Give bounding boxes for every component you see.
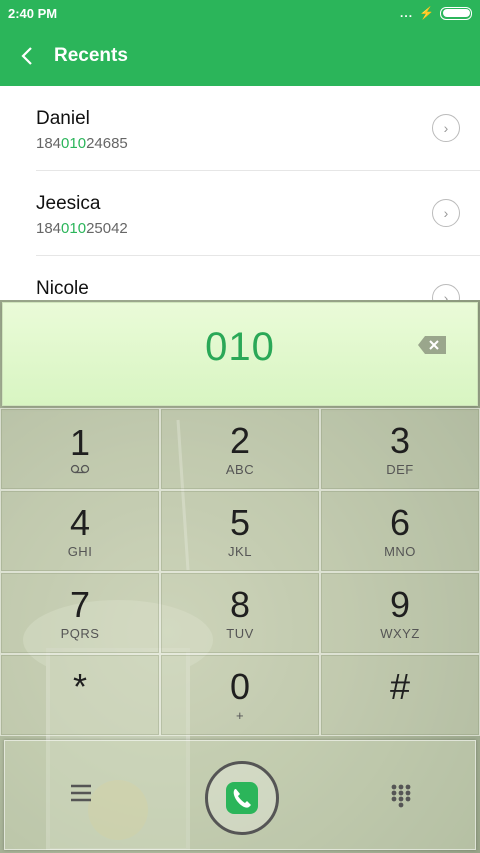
key-3[interactable]: 3 DEF	[320, 408, 480, 490]
key-digit: 4	[69, 502, 91, 543]
key-letters: +	[235, 708, 245, 723]
key-digit: 6	[389, 502, 411, 543]
key-letters: WXYZ	[380, 626, 420, 641]
key-letters: PQRS	[60, 626, 100, 641]
key-6[interactable]: 6 MNO	[320, 490, 480, 572]
status-bar: 2:40 PM ... ⚡	[0, 0, 480, 28]
dial-display: 010	[2, 302, 478, 406]
status-icons: ... ⚡	[400, 6, 472, 20]
menu-icon[interactable]	[69, 781, 93, 805]
chevron-right-icon[interactable]: ›	[432, 114, 460, 142]
key-8[interactable]: 8 TUV	[160, 572, 320, 654]
contact-name: Jeesica	[36, 193, 101, 214]
key-star[interactable]: *	[0, 654, 160, 736]
key-letters: DEF	[386, 462, 414, 477]
key-digit: 8	[229, 584, 251, 625]
key-digit: #	[389, 666, 411, 707]
key-5[interactable]: 5 JKL	[160, 490, 320, 572]
key-0[interactable]: 0 +	[160, 654, 320, 736]
key-digit: 9	[389, 584, 411, 625]
contact-name: Nicole	[36, 278, 89, 299]
key-2[interactable]: 2 ABC	[160, 408, 320, 490]
key-digit: 2	[229, 420, 251, 461]
contact-name: Daniel	[36, 108, 90, 129]
dial-keypad: 1 2 ABC 3 DEF 4 GHI 5 JKL 6 MNO 7 PQRS 8…	[0, 408, 480, 738]
chevron-right-icon[interactable]: ›	[432, 199, 460, 227]
call-button[interactable]	[205, 761, 279, 835]
key-digit: 1	[69, 422, 91, 463]
number-match-highlight: 010	[61, 135, 87, 152]
number-match-highlight: 010	[61, 220, 87, 237]
voicemail-icon	[70, 464, 90, 474]
key-letters: GHI	[67, 544, 93, 559]
key-letters: ABC	[225, 462, 255, 477]
list-item[interactable]: Jeesica 18401025042 ›	[36, 171, 480, 256]
contact-number: 18401025042	[36, 220, 128, 237]
dialer-panel: 010 1 2 ABC 3 DEF 4 GHI 5 JKL 6 MNO 7 PQ…	[0, 300, 480, 853]
key-digit: 5	[229, 502, 251, 543]
key-letters: MNO	[384, 544, 416, 559]
more-dots-icon: ...	[400, 6, 414, 20]
key-digit: 0	[229, 666, 251, 707]
list-item[interactable]: Daniel 18401024685 ›	[36, 86, 480, 171]
back-icon[interactable]	[16, 42, 40, 70]
key-4[interactable]: 4 GHI	[0, 490, 160, 572]
key-hash[interactable]: #	[320, 654, 480, 736]
backspace-icon[interactable]	[417, 335, 447, 355]
contact-number: 18401024685	[36, 135, 128, 152]
dialpad-icon[interactable]	[390, 783, 412, 809]
dialed-number: 010	[205, 325, 275, 369]
key-digit: 7	[69, 584, 91, 625]
key-7[interactable]: 7 PQRS	[0, 572, 160, 654]
app-header: Recents	[0, 28, 480, 86]
status-time: 2:40 PM	[8, 6, 58, 21]
dialer-action-bar	[4, 740, 476, 850]
charging-icon: ⚡	[419, 6, 434, 20]
page-title: Recents	[54, 45, 128, 66]
phone-icon	[226, 782, 258, 814]
key-digit: 3	[389, 420, 411, 461]
battery-icon	[440, 6, 472, 20]
key-letters: TUV	[226, 626, 254, 641]
key-letters: JKL	[228, 544, 252, 559]
key-1[interactable]: 1	[0, 408, 160, 490]
key-digit: *	[72, 666, 87, 707]
key-9[interactable]: 9 WXYZ	[320, 572, 480, 654]
